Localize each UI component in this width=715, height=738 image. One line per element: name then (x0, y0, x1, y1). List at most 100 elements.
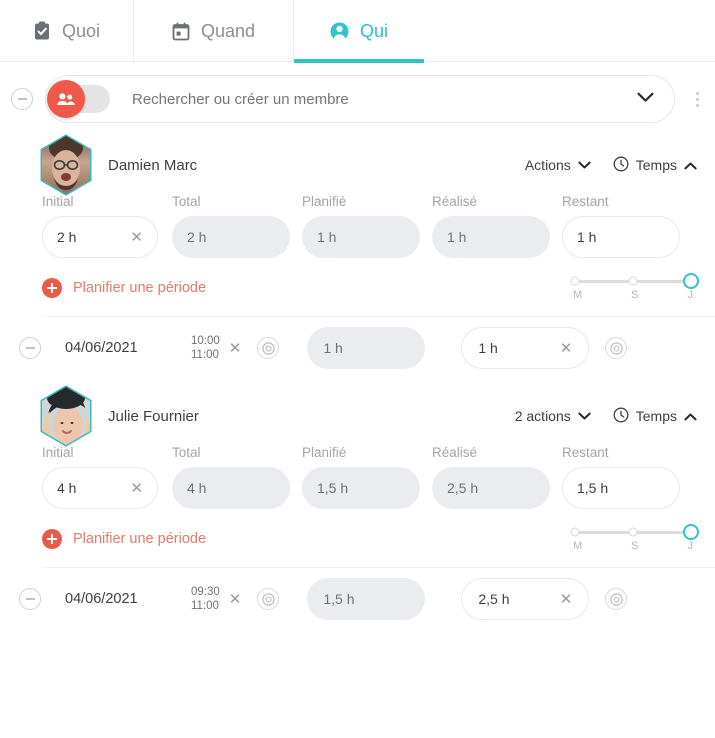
clear-time-icon[interactable]: ✕ (229, 339, 242, 357)
member-name: Damien Marc (108, 156, 198, 174)
slider-stop-m[interactable] (570, 527, 580, 537)
chevron-down-icon[interactable] (637, 90, 654, 108)
chevron-up-icon (684, 408, 697, 424)
slider-labels: M S J (573, 289, 693, 301)
calendar-icon (172, 22, 190, 41)
slider-track (570, 524, 699, 540)
member-actions-dropdown[interactable]: 2 actions (515, 408, 591, 424)
slider-stop-j[interactable] (682, 273, 699, 289)
member-search-row (0, 62, 715, 128)
timer-realise-icon[interactable] (605, 588, 628, 610)
slider-label-m: M (573, 539, 583, 552)
timer-planifie-icon[interactable] (257, 337, 280, 359)
kebab-menu-icon[interactable] (687, 91, 707, 107)
period-realise-field[interactable]: 2,5 h ✕ (461, 578, 590, 620)
slider-stop-m[interactable] (570, 276, 580, 286)
initial-field[interactable]: 2 h ✕ (42, 216, 158, 258)
period-date[interactable]: 04/06/2021 (65, 591, 183, 607)
plan-period-row: Planifier une période M S J (0, 509, 715, 567)
period-planifie-field: 1,5 h (307, 578, 426, 620)
add-period-label: Planifier une période (73, 280, 207, 296)
clear-icon[interactable]: ✕ (124, 479, 143, 497)
planifie-field: 1,5 h (302, 467, 420, 509)
restant-field[interactable]: 1,5 h (562, 467, 680, 509)
column-header-planifie: Planifié (302, 194, 347, 209)
member-header: Julie Fournier 2 actions Temps (0, 379, 715, 447)
clear-icon[interactable]: ✕ (560, 339, 573, 357)
period-planifie-field: 1 h (307, 327, 426, 369)
clock-icon (613, 156, 629, 175)
period-time-range[interactable]: 09:30 11:00 (191, 585, 220, 614)
add-period-button[interactable]: Planifier une période (42, 529, 206, 549)
member-block: Damien Marc Actions Temps Initial 2 h ✕ (0, 128, 715, 379)
time-unit-slider[interactable]: M S J (570, 524, 699, 552)
restant-field[interactable]: 1 h (562, 216, 680, 258)
tab-bar: Quoi Quand Qui (0, 0, 715, 63)
column-initial: Initial 4 h ✕ (42, 445, 172, 509)
plus-icon (42, 278, 62, 298)
period-row: 04/06/2021 10:00 11:00 ✕ 1 h 1 h ✕ (0, 317, 715, 379)
plan-period-row: Planifier une période M S J (0, 258, 715, 316)
initial-field[interactable]: 4 h ✕ (42, 467, 158, 509)
planifie-value: 1,5 h (317, 480, 349, 496)
slider-label-j: J (687, 288, 693, 301)
minus-circle-icon[interactable] (11, 88, 33, 110)
chevron-down-icon (578, 408, 591, 424)
period-realise-value: 1 h (478, 340, 498, 356)
period-date[interactable]: 04/06/2021 (65, 340, 183, 356)
total-field: 4 h (172, 467, 290, 509)
remove-period-button[interactable] (19, 588, 41, 610)
member-actions-label: 2 actions (514, 408, 571, 424)
period-time-range[interactable]: 10:00 11:00 (191, 334, 220, 363)
total-field: 2 h (172, 216, 290, 258)
avatar[interactable] (38, 385, 94, 447)
period-end-time: 11:00 (191, 600, 219, 612)
slider-label-m: M (573, 288, 583, 301)
time-unit-slider[interactable]: M S J (570, 273, 699, 301)
slider-stop-j[interactable] (682, 524, 699, 540)
chevron-up-icon (684, 157, 697, 173)
tab-quoi[interactable]: Quoi (0, 0, 134, 62)
clear-icon[interactable]: ✕ (560, 590, 573, 608)
member-time-toggle[interactable]: Temps (613, 407, 697, 426)
member-name: Julie Fournier (108, 407, 199, 425)
slider-label-s: S (631, 539, 639, 552)
clear-icon[interactable]: ✕ (124, 228, 143, 246)
period-realise-field[interactable]: 1 h ✕ (461, 327, 590, 369)
column-realise: Réalisé 2,5 h (432, 445, 562, 509)
search-box[interactable] (45, 75, 675, 123)
column-header-total: Total (172, 194, 201, 209)
tab-quand-label: Quand (200, 20, 256, 41)
slider-track (570, 273, 699, 289)
member-type-toggle[interactable] (47, 80, 110, 118)
person-icon (330, 22, 349, 41)
add-period-button[interactable]: Planifier une période (42, 278, 206, 298)
tab-qui[interactable]: Qui (294, 0, 424, 63)
realise-field: 2,5 h (432, 467, 550, 509)
member-actions-dropdown[interactable]: Actions (525, 157, 591, 173)
member-time-toggle[interactable]: Temps (613, 156, 697, 175)
clear-time-icon[interactable]: ✕ (229, 590, 242, 608)
column-header-initial: Initial (42, 445, 74, 460)
period-row: 04/06/2021 09:30 11:00 ✕ 1,5 h 2,5 h ✕ (0, 568, 715, 630)
group-icon (47, 80, 85, 118)
avatar[interactable] (38, 134, 94, 196)
column-realise: Réalisé 1 h (432, 194, 562, 258)
chevron-down-icon (578, 157, 591, 173)
search-input[interactable] (132, 90, 637, 108)
realise-value: 1 h (447, 229, 467, 245)
slider-label-s: S (631, 288, 639, 301)
tab-quand[interactable]: Quand (134, 0, 294, 62)
timer-realise-icon[interactable] (605, 337, 628, 359)
member-header: Damien Marc Actions Temps (0, 128, 715, 196)
column-total: Total 2 h (172, 194, 302, 258)
realise-value: 2,5 h (447, 480, 479, 496)
restant-value: 1 h (577, 229, 597, 245)
tab-qui-label: Qui (359, 20, 388, 41)
remove-period-button[interactable] (19, 337, 41, 359)
slider-stop-s[interactable] (628, 276, 638, 286)
period-start-time: 09:30 (191, 585, 220, 598)
timer-planifie-icon[interactable] (257, 588, 280, 610)
plus-icon (42, 529, 62, 549)
slider-stop-s[interactable] (628, 527, 638, 537)
